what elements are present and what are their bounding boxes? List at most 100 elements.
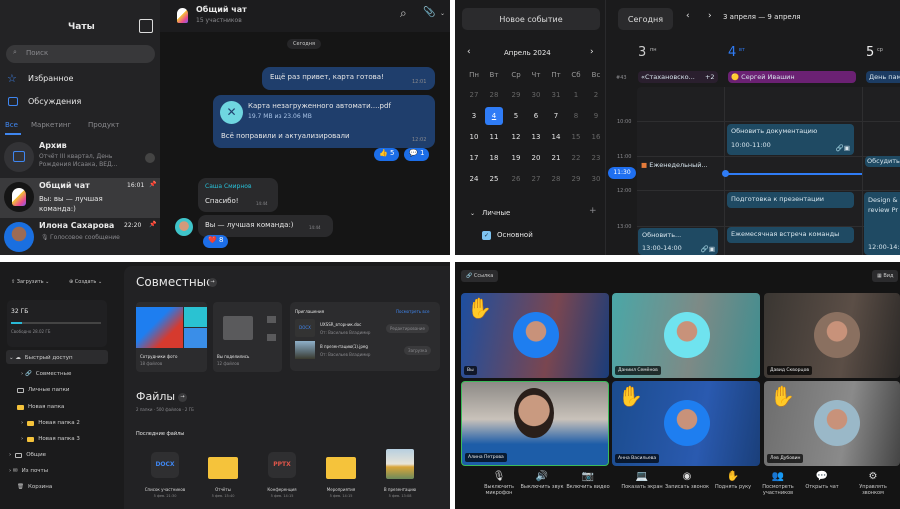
tree-item-shared[interactable]: › 🔗 Совместные xyxy=(21,371,71,377)
calendar-day[interactable]: 18 xyxy=(485,154,503,162)
recent-file[interactable]: DOCX Список участников 5 фев. 21:30 xyxy=(135,449,195,504)
calendar-day[interactable]: 21 xyxy=(547,154,565,162)
allday-event[interactable]: «Стахановско... +2 xyxy=(638,71,718,83)
calendar-day[interactable]: 10 xyxy=(465,133,483,141)
event-update-docs[interactable]: Обновить документацию 10:00-11:00 🔗▣ xyxy=(727,124,854,155)
event-monthly-meeting[interactable]: Ежемесячная встреча команды xyxy=(727,227,854,243)
participant-tile[interactable]: ✋ Вы xyxy=(461,293,609,378)
shared-folder-card[interactable]: Сотрудники фото 18 файлов xyxy=(136,302,207,372)
sidebar-item-favorites[interactable]: ☆ Избранное xyxy=(0,72,160,88)
recent-file[interactable]: Отчёты 5 фев. 15:40 xyxy=(193,449,253,504)
reaction-thumbs-up[interactable]: 👍 5 xyxy=(374,148,400,161)
tree-item-common[interactable]: › Общие xyxy=(9,452,46,458)
compose-icon[interactable] xyxy=(139,19,153,33)
prev-month-icon[interactable]: ‹ xyxy=(467,47,471,57)
sender-avatar[interactable] xyxy=(175,218,193,236)
calendar-day[interactable]: 29 xyxy=(507,91,525,99)
tree-item-trash[interactable]: 🗑 Корзина xyxy=(17,484,52,490)
tree-item-mail[interactable]: › ✉ Из почты xyxy=(9,468,48,474)
next-month-icon[interactable]: › xyxy=(590,47,594,57)
calendar-day[interactable]: 1 xyxy=(567,91,585,99)
upload-button[interactable]: ⇪ Загрузить ⌄ xyxy=(11,279,49,285)
tab-marketing[interactable]: Маркетинг xyxy=(31,121,71,129)
chevron-down-icon[interactable]: ⌄ xyxy=(470,210,475,217)
sidebar-item-discussions[interactable]: Обсуждения xyxy=(0,95,160,111)
arrow-right-icon[interactable]: → xyxy=(178,393,187,402)
calendar-day[interactable]: 2 xyxy=(587,91,605,99)
message-author[interactable]: Саша Смирнов xyxy=(205,183,252,190)
cancel-download-icon[interactable]: ✕ xyxy=(220,101,243,124)
search-icon[interactable]: ⌕ xyxy=(400,6,407,21)
calendar-day[interactable]: 22 xyxy=(567,154,585,162)
calendar-day[interactable]: 9 xyxy=(587,112,605,120)
today-button[interactable]: Сегодня xyxy=(618,8,673,30)
chat-item-archive[interactable]: Архив Отчёт III квартал, День Рождения И… xyxy=(0,138,160,178)
event-design-review[interactable]: Design & review Pr 12:00-14: xyxy=(864,192,900,255)
chat-item-ilona[interactable]: Илона Сахарова 22:20 📌 🎙 Голосовое сообщ… xyxy=(0,218,160,255)
tree-item-new-folder-2[interactable]: › Новая папка 2 xyxy=(21,420,80,426)
tree-item-personal[interactable]: Личные папки xyxy=(17,387,70,393)
calendar-day[interactable]: 5 xyxy=(507,112,525,120)
create-button[interactable]: ⊕ Создать ⌄ xyxy=(69,279,102,285)
calendar-day[interactable]: 19 xyxy=(507,154,525,162)
toolbar-button-screen-share[interactable]: 💻 Показать экран xyxy=(619,470,665,490)
section-personal[interactable]: Личные xyxy=(482,209,510,217)
calendar-day[interactable]: 11 xyxy=(485,133,503,141)
recent-file[interactable]: Мероприятия 5 фев. 14:15 xyxy=(311,449,371,504)
view-button[interactable]: ▦ Вид xyxy=(872,270,899,282)
view-all-link[interactable]: Посмотреть все xyxy=(396,309,429,314)
calendar-day[interactable]: 30 xyxy=(587,175,605,183)
new-event-button[interactable]: Новое событие xyxy=(462,8,600,30)
calendar-day[interactable]: 27 xyxy=(527,175,545,183)
reaction-heart[interactable]: ❤️ 8 xyxy=(203,235,229,248)
chevron-down-icon[interactable]: ⌄ xyxy=(440,10,445,17)
search-input[interactable]: ⌕ Поиск xyxy=(6,45,155,63)
calendar-day[interactable]: 26 xyxy=(507,175,525,183)
event-update[interactable]: Обновить... 13:00-14:00 🔗▣ xyxy=(638,228,718,255)
calendar-day[interactable]: 8 xyxy=(567,112,585,120)
arrow-right-icon[interactable]: → xyxy=(208,278,217,287)
upload-action-button[interactable]: Загрузка xyxy=(404,346,432,355)
calendar-day[interactable]: 12 xyxy=(507,133,525,141)
allday-event[interactable]: День пам xyxy=(866,71,900,83)
invite-file-name[interactable]: UXSSR_вторник.doc xyxy=(320,322,361,327)
checkbox-main[interactable]: ✓ xyxy=(482,231,491,240)
invite-file-name[interactable]: В презентацию(1).jpeg xyxy=(320,344,368,349)
calendar-day[interactable]: 15 xyxy=(567,133,585,141)
reaction-replies[interactable]: 💬 1 xyxy=(404,148,430,161)
calendar-day[interactable]: 31 xyxy=(547,91,565,99)
chat-title[interactable]: Общий чат xyxy=(196,5,247,14)
participant-tile[interactable]: Давид Скворцов xyxy=(764,293,900,378)
toolbar-button-camera-off[interactable]: 📷 Включить видео xyxy=(565,470,611,490)
toolbar-button-participants[interactable]: 👥 Посмотреть участников xyxy=(755,470,801,496)
participant-tile[interactable]: ✋ Лев Дубовин xyxy=(764,381,900,466)
message-bubble-incoming[interactable]: Саша Смирнов Спасибо! 14:44 xyxy=(198,178,278,212)
file-name[interactable]: Карта незагруженного автомати....pdf xyxy=(248,102,391,110)
event-discuss[interactable]: Обсудить xyxy=(865,156,900,167)
message-bubble-incoming[interactable]: Вы — лучшая команда:) 14:44 xyxy=(198,215,333,237)
message-bubble[interactable]: Ещё раз привет, карта готова! 12:01 xyxy=(262,67,435,90)
participant-tile[interactable]: Алина Петрова xyxy=(461,381,609,466)
allday-event-birthday[interactable]: 🟡 Сергей Ивашин xyxy=(728,71,856,83)
toolbar-button-settings[interactable]: ⚙ Управлять звонком xyxy=(850,470,896,496)
calendar-day[interactable]: 13 xyxy=(527,133,545,141)
toolbar-button-raise-hand[interactable]: ✋ Поднять руку xyxy=(710,470,756,490)
calendar-day[interactable]: 25 xyxy=(485,175,503,183)
event-weekly[interactable]: ■ Еженедельный... xyxy=(639,160,721,172)
paperclip-icon[interactable]: 📎 xyxy=(423,7,435,18)
calendar-day[interactable]: 27 xyxy=(465,91,483,99)
toolbar-button-record[interactable]: ◉ Записать звонок xyxy=(664,470,710,490)
message-bubble-file[interactable]: ✕ Карта незагруженного автомати....pdf 1… xyxy=(213,95,435,148)
next-week-icon[interactable]: › xyxy=(708,11,712,21)
edit-button[interactable]: Редактирование xyxy=(386,324,429,333)
recent-file[interactable]: В презентацию 5 фев. 13:08 xyxy=(370,449,430,504)
calendar-day[interactable]: 20 xyxy=(527,154,545,162)
prev-week-icon[interactable]: ‹ xyxy=(686,11,690,21)
calendar-day[interactable]: 29 xyxy=(567,175,585,183)
calendar-day[interactable]: 14 xyxy=(547,133,565,141)
participant-tile[interactable]: ✋ Анна Васильева xyxy=(612,381,760,466)
tree-item-quick-access[interactable]: ⌄ ☁ Быстрый доступ xyxy=(9,355,73,361)
tree-item-new-folder[interactable]: Новая папка xyxy=(17,404,64,410)
calendar-day[interactable]: 28 xyxy=(547,175,565,183)
calendar-day[interactable]: 30 xyxy=(527,91,545,99)
